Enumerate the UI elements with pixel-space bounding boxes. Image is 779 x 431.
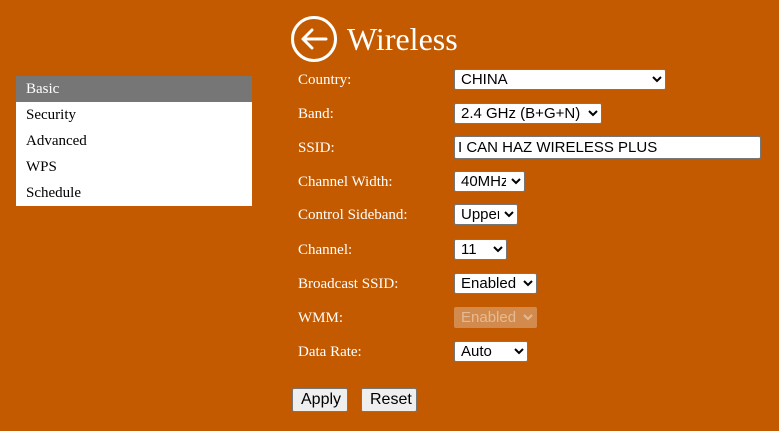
channel-row: Channel: 11 <box>298 237 768 263</box>
broadcast-ssid-label: Broadcast SSID: <box>298 275 399 292</box>
data-rate-label: Data Rate: <box>298 343 362 360</box>
wmm-row: WMM: Enabled <box>298 305 768 331</box>
sidebar-item-security[interactable]: Security <box>16 102 252 128</box>
ssid-label: SSID: <box>298 139 335 156</box>
band-select[interactable]: 2.4 GHz (B+G+N) <box>454 103 602 124</box>
channel-width-row: Channel Width: 40MHz <box>298 169 768 195</box>
sidebar-item-schedule[interactable]: Schedule <box>16 180 252 206</box>
country-row: Country: CHINA <box>298 67 768 93</box>
sidebar-item-wps[interactable]: WPS <box>16 154 252 180</box>
reset-button[interactable]: Reset <box>361 388 417 412</box>
channel-label: Channel: <box>298 241 353 258</box>
country-select[interactable]: CHINA <box>454 69 666 90</box>
back-arrow-circle-icon[interactable] <box>291 16 337 62</box>
channel-width-select[interactable]: 40MHz <box>454 171 525 192</box>
band-label: Band: <box>298 105 334 122</box>
broadcast-ssid-row: Broadcast SSID: Enabled <box>298 271 768 297</box>
page-title: Wireless <box>347 21 458 57</box>
data-rate-select[interactable]: Auto <box>454 341 528 362</box>
sidebar-item-basic[interactable]: Basic <box>16 76 252 102</box>
wmm-label: WMM: <box>298 309 343 326</box>
ssid-input[interactable] <box>454 136 761 159</box>
page-header: Wireless <box>291 14 458 64</box>
channel-width-label: Channel Width: <box>298 173 393 190</box>
control-sideband-row: Control Sideband: Upper <box>298 202 768 228</box>
sidebar-item-advanced[interactable]: Advanced <box>16 128 252 154</box>
country-label: Country: <box>298 71 352 88</box>
control-sideband-select[interactable]: Upper <box>454 204 518 225</box>
wmm-select[interactable]: Enabled <box>454 307 537 328</box>
channel-select[interactable]: 11 <box>454 239 507 260</box>
control-sideband-label: Control Sideband: <box>298 206 408 223</box>
sidebar-menu: Basic Security Advanced WPS Schedule <box>16 76 252 206</box>
apply-button[interactable]: Apply <box>292 388 348 412</box>
ssid-row: SSID: <box>298 135 768 161</box>
band-row: Band: 2.4 GHz (B+G+N) <box>298 101 768 127</box>
broadcast-ssid-select[interactable]: Enabled <box>454 273 537 294</box>
data-rate-row: Data Rate: Auto <box>298 339 768 365</box>
